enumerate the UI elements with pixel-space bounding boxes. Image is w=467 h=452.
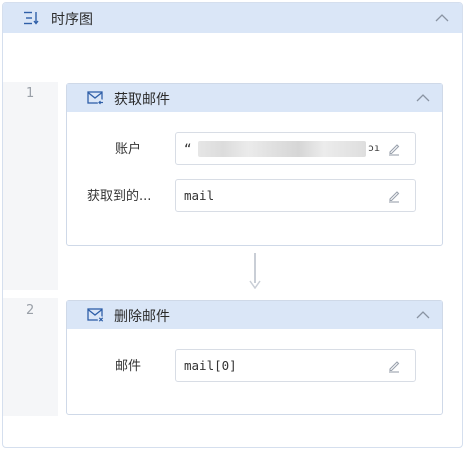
fetched-variable-value: mail: [184, 188, 215, 203]
redacted-account-value: [198, 141, 366, 157]
arrow-down-icon: [249, 280, 261, 289]
mail-field[interactable]: mail[0]: [175, 349, 416, 382]
account-label: 账户: [115, 142, 142, 157]
collapse-panel-icon[interactable]: [435, 14, 449, 22]
flow-connector: [254, 253, 256, 283]
step-card-fetch-mail[interactable]: 获取邮件 账户 “ ɔı 获取到的... mail: [66, 83, 443, 246]
account-field[interactable]: “ ɔı: [175, 132, 416, 165]
collapse-step-icon[interactable]: [416, 311, 430, 319]
edit-pencil-icon[interactable]: [387, 142, 401, 156]
timeline-icon: [24, 11, 39, 25]
mail-value: mail[0]: [184, 358, 237, 373]
mail-receive-icon: [87, 91, 105, 106]
edit-pencil-icon[interactable]: [387, 189, 401, 203]
account-value-suffix: ɔı: [368, 143, 381, 154]
mail-delete-icon: [87, 308, 105, 323]
step-card-header[interactable]: 删除邮件: [67, 301, 442, 329]
step-card-delete-mail[interactable]: 删除邮件 邮件 mail[0]: [66, 300, 443, 415]
step-card-header[interactable]: 获取邮件: [67, 84, 442, 112]
collapse-step-icon[interactable]: [416, 94, 430, 102]
account-value-prefix: “: [184, 141, 192, 156]
step-gutter: [3, 82, 58, 290]
step-index: 2: [26, 303, 35, 318]
edit-pencil-icon[interactable]: [387, 359, 401, 373]
step-title: 删除邮件: [114, 309, 170, 325]
panel-header[interactable]: 时序图: [3, 3, 462, 33]
fetched-variable-field[interactable]: mail: [175, 179, 416, 212]
step-title: 获取邮件: [114, 92, 170, 108]
fetched-label: 获取到的...: [87, 189, 152, 204]
mail-label: 邮件: [115, 359, 142, 374]
step-index: 1: [26, 86, 35, 101]
page-title: 时序图: [51, 12, 93, 28]
